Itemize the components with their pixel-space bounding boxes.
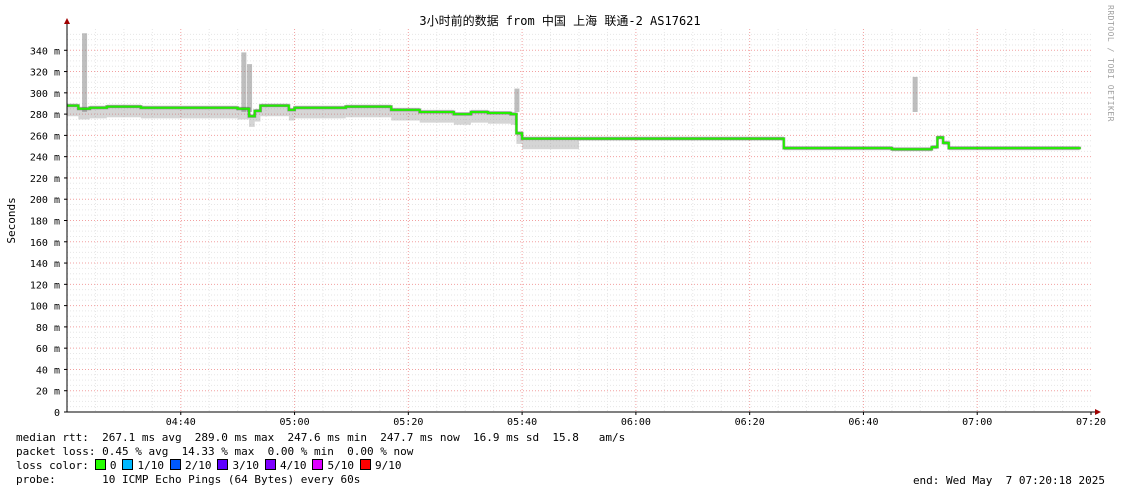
loss-swatch-0: [94, 459, 106, 470]
loss-color-items: 0 1/10 2/10 3/10 4/10 5/10 9/10: [89, 459, 402, 472]
y-axis-arrow: [64, 18, 70, 24]
y-tick-label: 20 m: [36, 387, 60, 398]
x-tick-label: 06:40: [848, 417, 878, 428]
y-tick-label: 80 m: [36, 323, 60, 334]
loss-color-label: loss color:: [16, 459, 89, 472]
loss-label-0: 0: [109, 459, 117, 472]
x-tick-label: 05:20: [393, 417, 423, 428]
latency-chart: 0 20 m 40 m 60 m 80 m 100 m 120 m 140 m 160 m 180…: [5, 13, 1106, 428]
rrdtool-watermark: RRDTOOL / TOBI OETIKER: [1106, 5, 1115, 122]
loss-label-3: 3/10: [232, 459, 259, 472]
y-tick-label: 120 m: [30, 280, 60, 291]
chart-title: 3小时前的数据 from 中国 上海 联通-2 AS17621: [419, 13, 700, 28]
loss-label-1: 1/10: [137, 459, 164, 472]
y-tick-label: 340 m: [30, 46, 60, 57]
loss-label-5: 5/10: [327, 459, 354, 472]
y-tick-label: 260 m: [30, 131, 60, 142]
loss-color-legend: loss color: 0 1/10 2/10 3/10 4/10 5/10 9/10: [16, 459, 401, 473]
y-tick-label: 40 m: [36, 365, 60, 376]
y-tick-label: 280 m: [30, 110, 60, 121]
loss-label-2: 2/10: [184, 459, 212, 472]
y-tick-label: 160 m: [30, 238, 60, 249]
probe-info: probe: 10 ICMP Echo Pings (64 Bytes) eve…: [16, 473, 361, 486]
x-tick-label: 04:40: [166, 417, 196, 428]
x-tick-label: 07:20: [1076, 417, 1106, 428]
y-tick-label: 320 m: [30, 68, 60, 79]
packet-loss-stats: packet loss: 0.45 % avg 14.33 % max 0.00…: [16, 445, 414, 458]
x-tick-label: 05:40: [507, 417, 537, 428]
smoke-spike: [514, 88, 520, 112]
median-rtt-stats: median rtt: 267.1 ms avg 289.0 ms max 24…: [16, 431, 626, 444]
x-tick-label: 06:20: [735, 417, 765, 428]
x-tick-label: 07:00: [962, 417, 992, 428]
loss-swatch-3: [217, 459, 229, 470]
smoke-spike: [241, 52, 247, 112]
x-axis-arrow: [1095, 409, 1101, 415]
x-tick-label: 06:00: [621, 417, 651, 428]
smoke-spike: [247, 64, 253, 112]
loss-swatch-2: [169, 459, 181, 470]
y-tick-label: 100 m: [30, 302, 60, 313]
end-timestamp: end: Wed May 7 07:20:18 2025: [912, 474, 1105, 487]
loss-swatch-4: [264, 459, 276, 470]
smokeping-graph: 0 20 m 40 m 60 m 80 m 100 m 120 m 140 m 160 m 180…: [0, 0, 1121, 494]
loss-swatch-6: [359, 459, 371, 470]
y-tick-label: 240 m: [30, 153, 60, 164]
y-tick-label: 200 m: [30, 195, 60, 206]
x-tick-label: 05:00: [280, 417, 310, 428]
y-tick-label: 60 m: [36, 344, 60, 355]
loss-swatch-5: [312, 459, 324, 470]
loss-label-6: 9/10: [374, 459, 402, 472]
y-tick-label: 220 m: [30, 174, 60, 185]
y-axis-label: Seconds: [5, 197, 18, 243]
y-tick-label: 300 m: [30, 89, 60, 100]
smoke-spike: [82, 33, 88, 112]
loss-label-4: 4/10: [279, 459, 307, 472]
y-tick-label: 140 m: [30, 259, 60, 270]
loss-swatch-1: [122, 459, 134, 470]
smoke-spike: [912, 76, 918, 112]
y-tick-label: 0: [54, 408, 60, 419]
y-tick-label: 180 m: [30, 217, 60, 228]
